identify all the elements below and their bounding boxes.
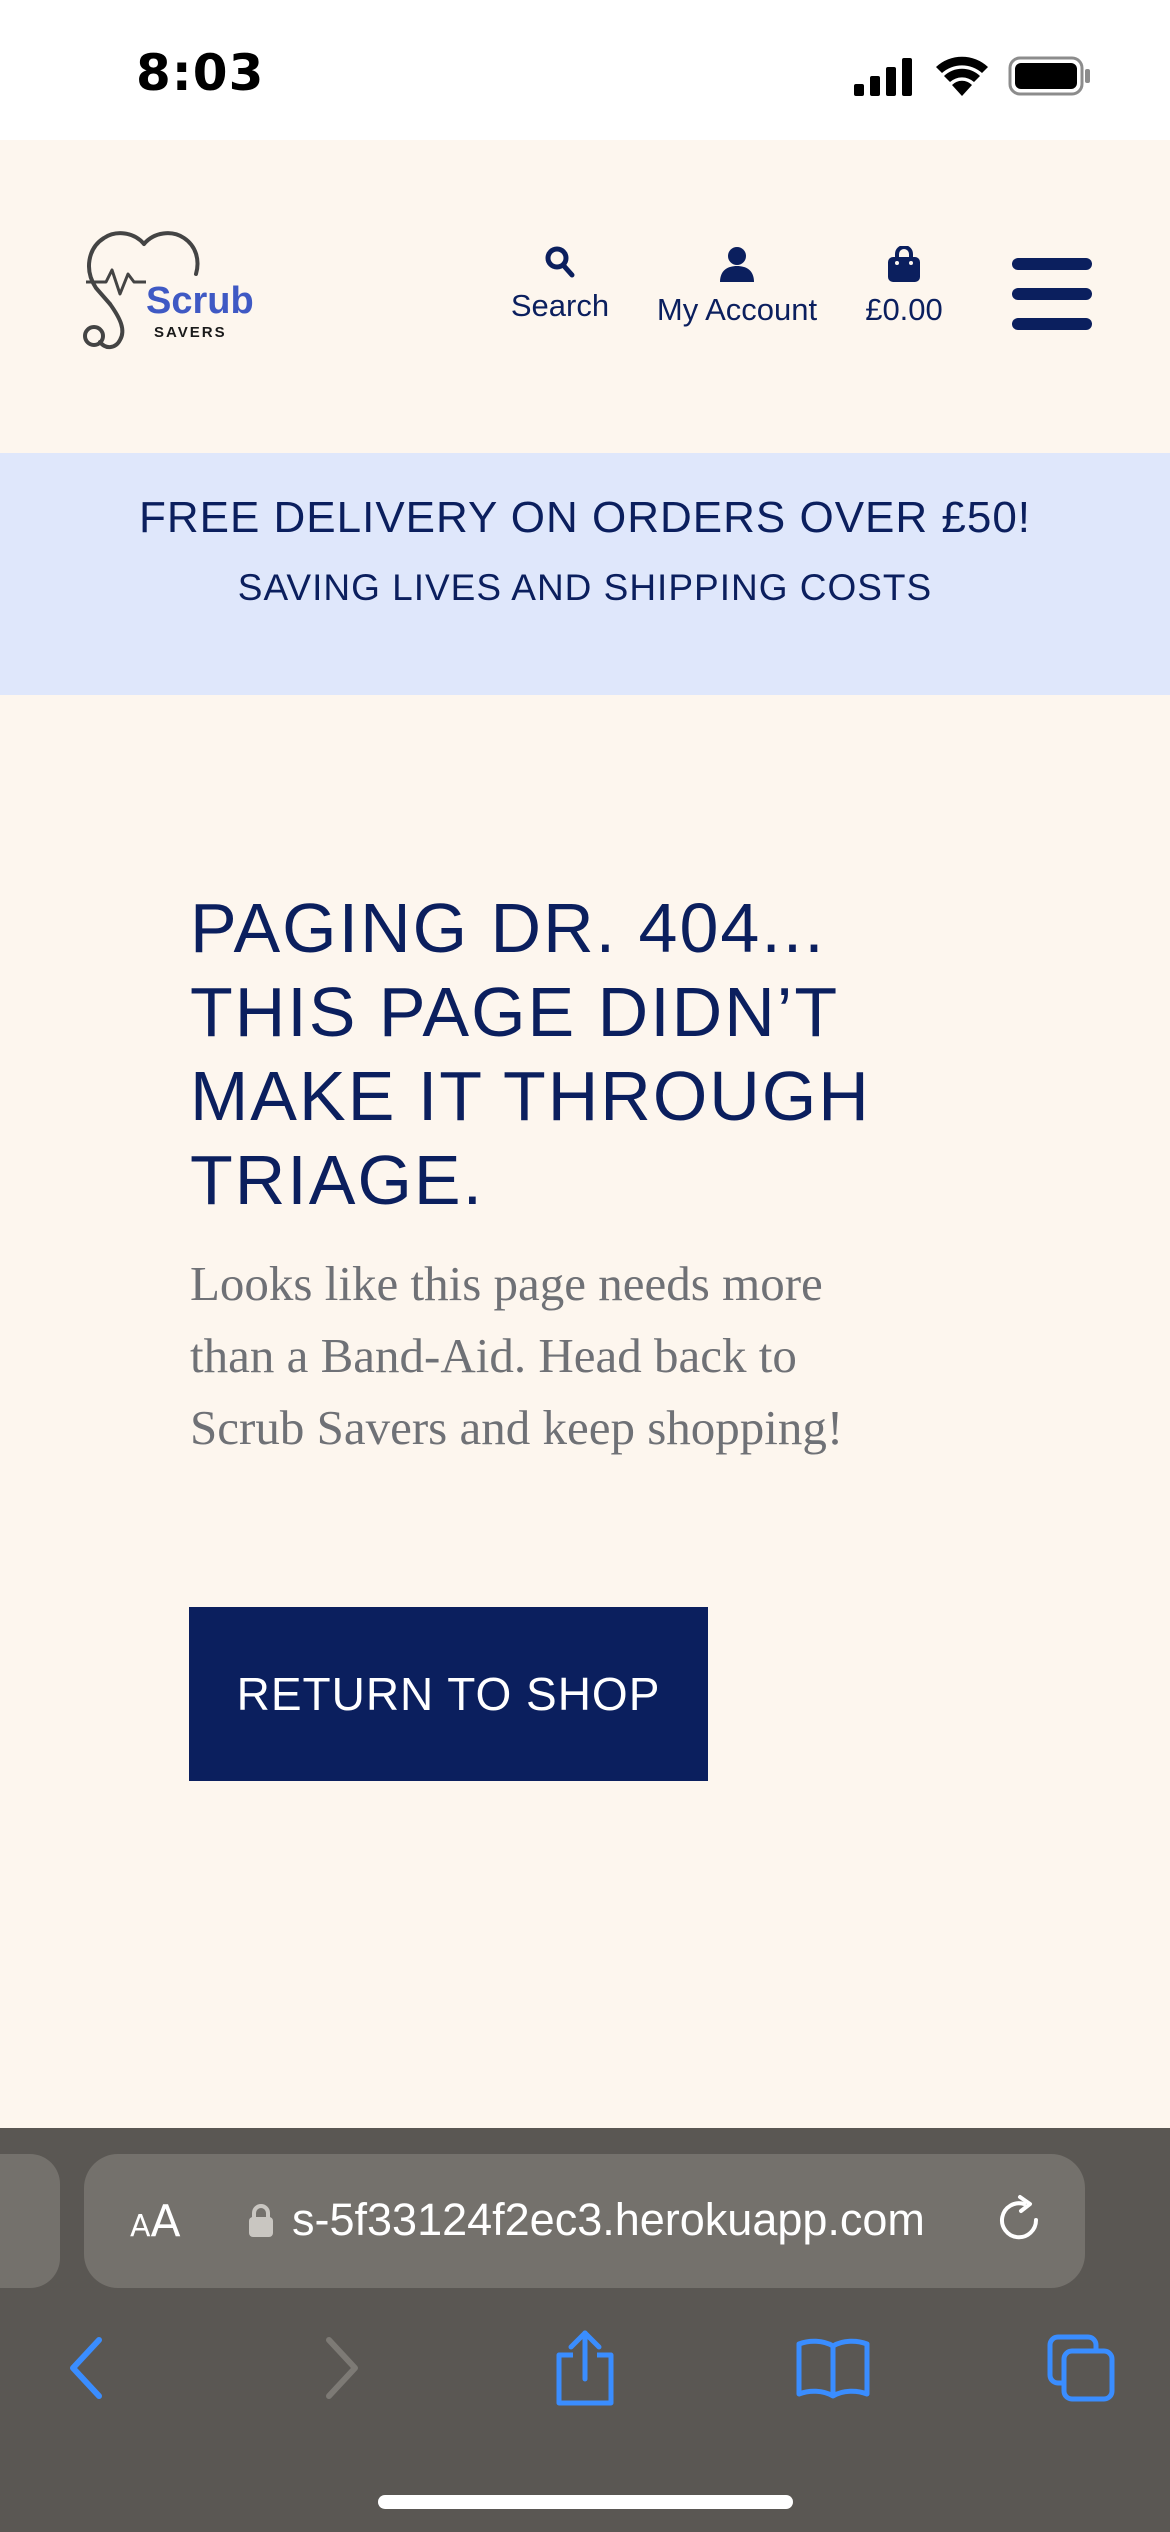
logo-wordmark: Scrub: [146, 280, 254, 322]
promo-subtitle: SAVING LIVES AND SHIPPING COSTS: [237, 567, 933, 608]
shopping-bag-icon: [888, 246, 920, 282]
scrub-savers-logo[interactable]: Scrub SAVERS: [80, 230, 260, 360]
error-message-line: Looks like this page needs more: [190, 1256, 823, 1311]
my-account-label: My Account: [656, 292, 818, 327]
signal-icon: [854, 58, 912, 96]
wifi-icon: [936, 56, 988, 96]
promo-banner: FREE DELIVERY ON ORDERS OVER £50! SAVING…: [0, 453, 1170, 695]
forward-button[interactable]: [296, 2323, 386, 2413]
error-message: Looks like this page needs more than a B…: [190, 1248, 990, 1464]
home-indicator: [378, 2495, 793, 2509]
share-icon: [556, 2330, 614, 2406]
error-heading-line: PAGING DR. 404...: [190, 889, 826, 967]
cart-total: £0.00: [865, 292, 943, 327]
cart-link[interactable]: £0.00: [856, 246, 952, 328]
error-heading-line: THIS PAGE DIDN’T: [190, 973, 840, 1051]
lock-icon: [249, 2204, 273, 2237]
site-header: Scrub SAVERS Search My Account £0.00: [0, 140, 1170, 453]
status-bar: 8:03: [0, 0, 1170, 140]
browser-chrome: AA s-5f33124f2ec3.herokuapp.com: [0, 2128, 1170, 2532]
battery-icon: [1008, 56, 1090, 96]
text-size-button[interactable]: AA: [130, 2196, 181, 2247]
text-size-large-a: A: [150, 2196, 181, 2247]
error-heading-line: TRIAGE.: [190, 1141, 485, 1219]
search-link[interactable]: Search: [500, 246, 620, 324]
search-label: Search: [510, 288, 610, 323]
address-bar[interactable]: AA s-5f33124f2ec3.herokuapp.com: [84, 2154, 1085, 2288]
url-text[interactable]: s-5f33124f2ec3.herokuapp.com: [292, 2194, 1032, 2246]
text-size-small-a: A: [130, 2209, 151, 2244]
share-button[interactable]: [540, 2323, 630, 2413]
back-icon: [70, 2337, 102, 2399]
tabs-button[interactable]: [1036, 2323, 1126, 2413]
bookmarks-button[interactable]: [788, 2323, 878, 2413]
logo-tagline: SAVERS: [154, 324, 227, 341]
menu-icon[interactable]: [1012, 258, 1092, 330]
error-message-line: than a Band-Aid. Head back to: [190, 1328, 797, 1383]
error-heading-line: MAKE IT THROUGH: [190, 1057, 871, 1135]
promo-title: FREE DELIVERY ON ORDERS OVER £50!: [138, 493, 1032, 542]
search-icon: [545, 246, 575, 278]
return-to-shop-button[interactable]: RETURN TO SHOP: [189, 1607, 708, 1781]
previous-tab-preview[interactable]: [0, 2154, 60, 2288]
forward-icon: [326, 2337, 358, 2399]
tabs-icon: [1047, 2334, 1115, 2402]
reload-icon[interactable]: [994, 2194, 1046, 2248]
bookmarks-icon: [796, 2338, 870, 2399]
user-icon: [720, 247, 754, 282]
status-time: 8:03: [136, 44, 265, 102]
my-account-link[interactable]: My Account: [644, 246, 830, 328]
error-message-line: Scrub Savers and keep shopping!: [190, 1400, 844, 1455]
back-button[interactable]: [42, 2323, 132, 2413]
error-heading: PAGING DR. 404... THIS PAGE DIDN’T MAKE …: [190, 886, 990, 1222]
